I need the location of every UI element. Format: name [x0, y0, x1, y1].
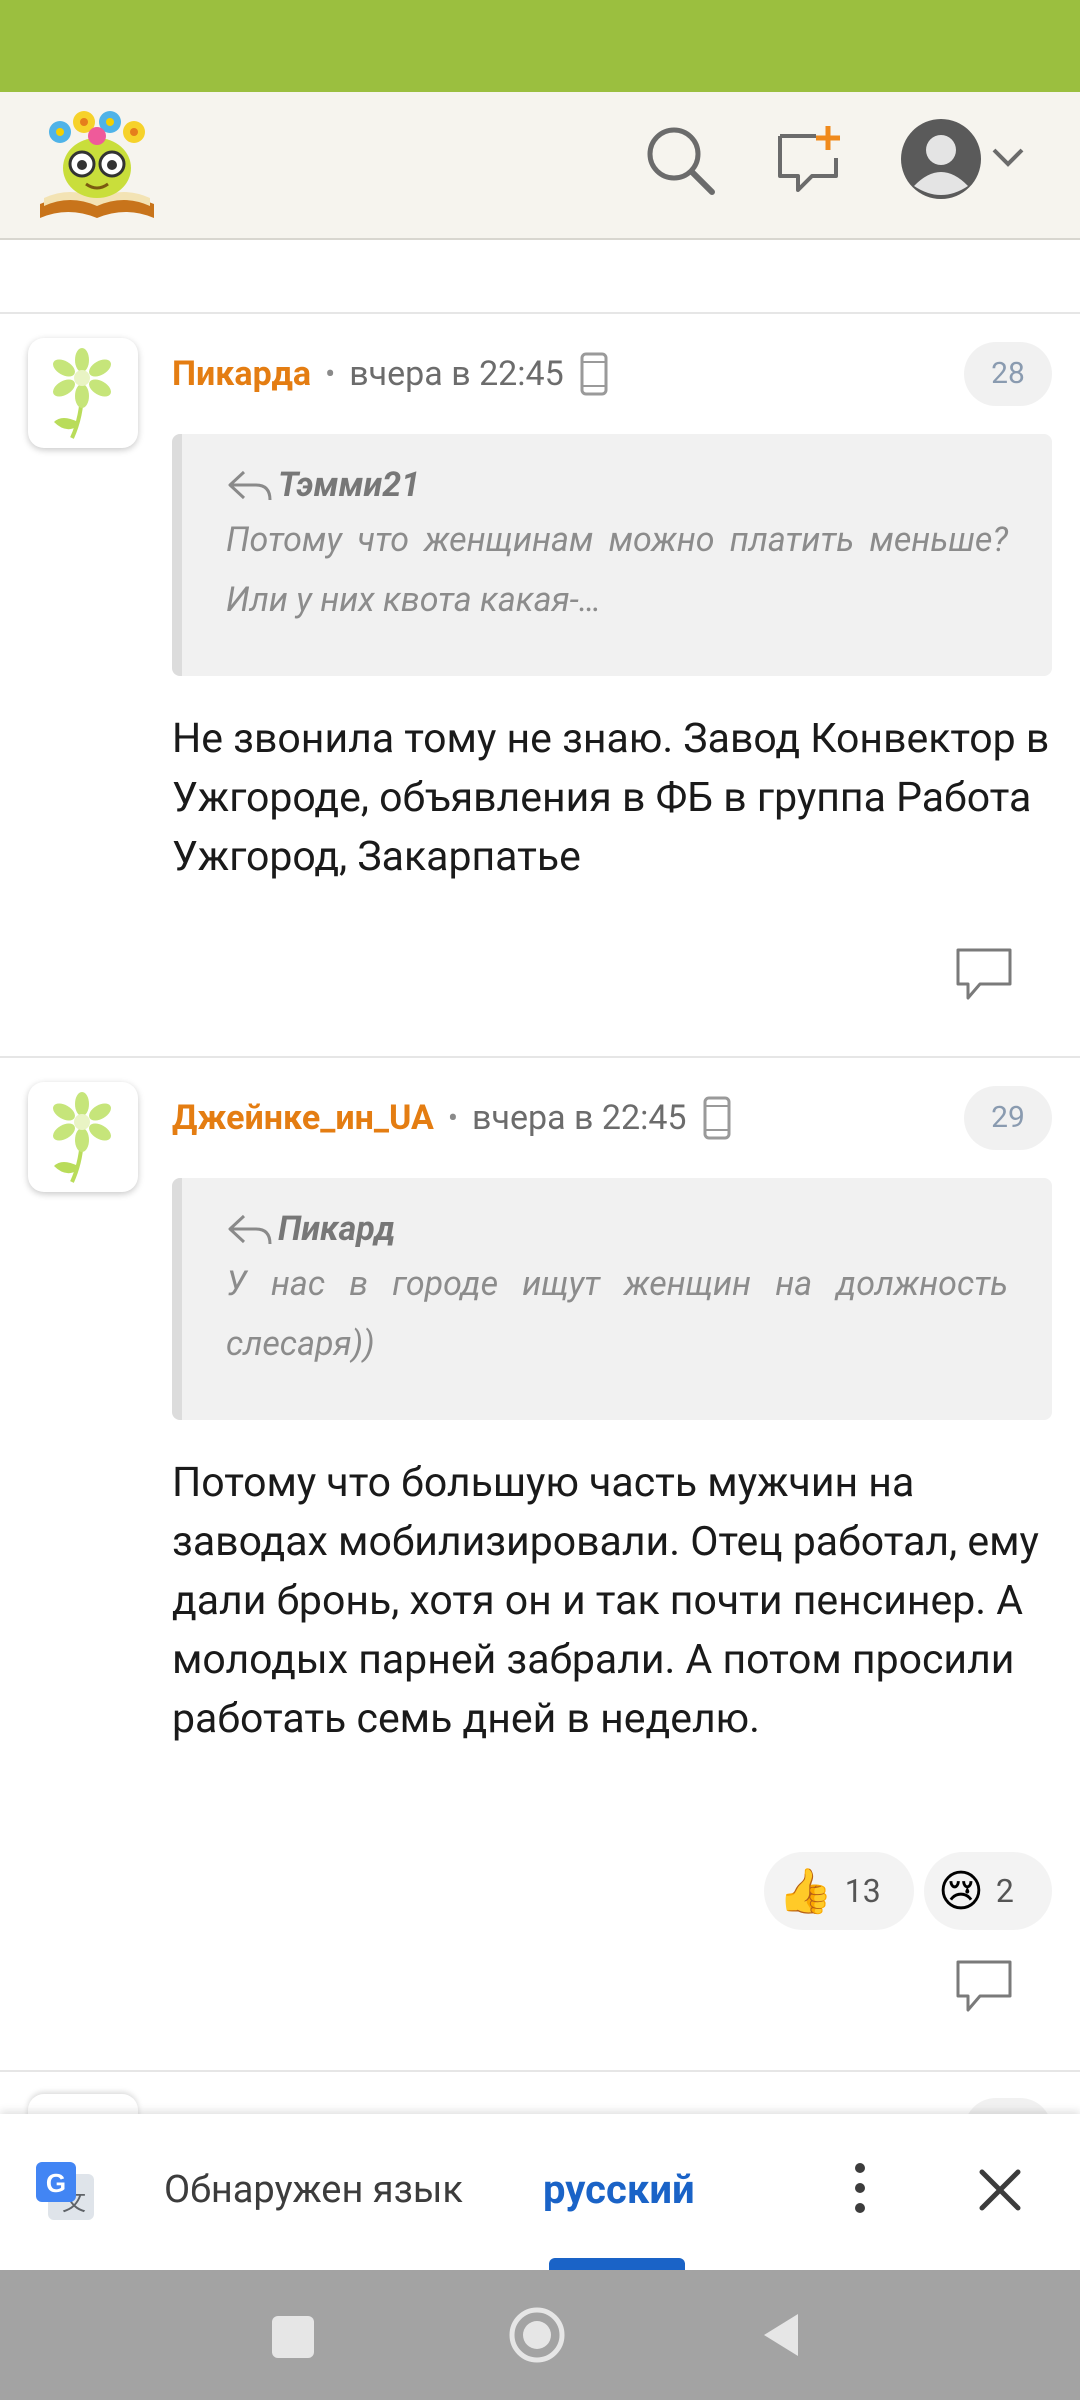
reply-button-icon[interactable] [954, 1958, 1014, 2014]
separator-dot: • [325, 356, 336, 392]
quote-text: У нас в городе ищут женщин на должность … [226, 1264, 1008, 1364]
app-header [0, 92, 1080, 240]
reaction-crying[interactable]: 😢 2 [924, 1852, 1052, 1930]
avatar[interactable] [28, 338, 138, 448]
comment-time: вчера в 22:45 [472, 1098, 687, 1138]
status-bar [0, 0, 1080, 92]
recent-apps-button[interactable] [272, 2316, 314, 2358]
thumbs-up-icon: 👍 [778, 1865, 833, 1917]
language-tab-russian[interactable]: русский [543, 2166, 695, 2213]
quote-text: Потому что женщинам можно платить меньше… [226, 520, 1008, 620]
divider [0, 2070, 1080, 2072]
avatar[interactable] [28, 2094, 138, 2114]
reply-arrow-icon [228, 470, 272, 501]
detected-language-label: Обнаружен язык [164, 2168, 463, 2212]
mobile-device-icon [580, 352, 608, 396]
comment-author[interactable]: Джейнке_ин_UA [172, 1098, 434, 1138]
svg-text:G: G [46, 2168, 66, 2198]
translate-bar: 文 G Обнаружен язык русский [0, 2114, 1080, 2270]
close-icon[interactable] [976, 2166, 1024, 2214]
flower-book-logo[interactable] [34, 106, 160, 224]
reaction-count: 13 [844, 1872, 881, 1910]
back-button[interactable] [758, 2310, 802, 2360]
comments-feed: Пикарда • вчера в 22:45 28 Тэмми21 Потом… [0, 240, 1080, 2114]
search-icon[interactable] [644, 124, 716, 196]
comment-number[interactable]: 29 [964, 1086, 1052, 1150]
reply-button-icon[interactable] [954, 946, 1014, 1002]
home-button[interactable] [508, 2306, 566, 2364]
comment-text: Потому что большую часть мужчин на завод… [172, 1459, 1039, 1743]
more-options-icon[interactable] [846, 2160, 874, 2216]
flower-avatar-icon [53, 1092, 111, 1183]
comment-author[interactable]: Пикарда [172, 354, 311, 394]
quote-block[interactable]: Пикард У нас в городе ищут женщин на дол… [172, 1178, 1052, 1420]
comment: Пикарда • вчера в 22:45 28 Тэмми21 Потом… [0, 314, 1080, 1058]
avatar[interactable] [28, 1082, 138, 1192]
crying-face-icon: 😢 [938, 1865, 984, 1917]
active-tab-indicator [549, 2258, 685, 2270]
separator-dot: • [447, 1100, 459, 1136]
comment-time: вчера в 22:45 [349, 354, 564, 394]
mobile-device-icon [703, 1096, 731, 1140]
flower-avatar-icon [53, 348, 111, 439]
quote-block[interactable]: Тэмми21 Потому что женщинам можно платит… [172, 434, 1052, 676]
quote-author: Тэмми21 [278, 465, 421, 505]
system-nav-bar [0, 2270, 1080, 2400]
comment-number[interactable] [964, 2098, 1052, 2114]
quote-author: Пикард [278, 1209, 396, 1249]
reaction-count: 2 [995, 1872, 1014, 1910]
comment-number[interactable]: 28 [964, 342, 1052, 406]
reply-arrow-icon [228, 1214, 272, 1245]
new-post-icon[interactable] [776, 124, 846, 194]
comment-text: Не звонила тому не знаю. Завод Конвектор… [172, 715, 1050, 881]
chevron-down-icon[interactable] [990, 146, 1026, 170]
profile-avatar-icon[interactable] [900, 118, 982, 200]
comment: Джейнке_ин_UA • вчера в 22:45 29 Пикард … [0, 1058, 1080, 2072]
google-translate-icon[interactable]: 文 G [34, 2160, 98, 2224]
reaction-thumbs-up[interactable]: 👍 13 [764, 1852, 914, 1930]
